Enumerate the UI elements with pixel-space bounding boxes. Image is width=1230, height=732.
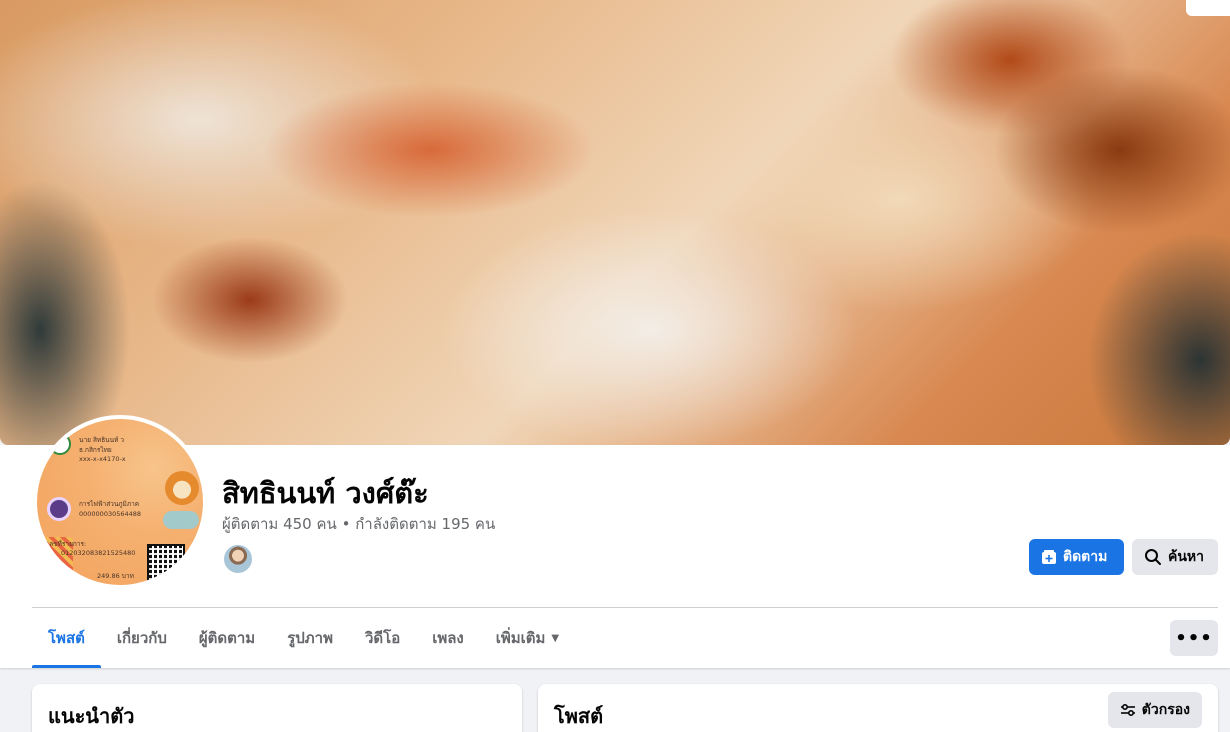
pea-logo-icon	[47, 497, 71, 521]
avatar-text-7: 012032083821525480	[61, 549, 136, 557]
posts-card: โพสต์ ตัวกรอง	[538, 684, 1218, 732]
tab-about[interactable]: เกี่ยวกับ	[101, 608, 183, 668]
posts-title: โพสต์	[554, 704, 604, 728]
avatar-image: นาย สิทธินนท์ ว ธ.กสิกรไทย xxx-x-x4170-x…	[37, 419, 203, 585]
tab-label: วิดีโอ	[364, 629, 401, 647]
search-button-label: ค้นหา	[1168, 549, 1205, 565]
profile-tabs: โพสต์ เกี่ยวกับ ผู้ติดตาม รูปภาพ วิดีโอ …	[32, 608, 575, 668]
tiger-illustration-icon	[165, 471, 199, 505]
stats-separator: •	[341, 515, 351, 533]
tab-music[interactable]: เพลง	[416, 608, 480, 668]
tab-label: เพิ่มเติม	[495, 629, 546, 647]
more-options-button[interactable]: •••	[1170, 620, 1218, 656]
intro-title: แนะนำตัว	[48, 704, 135, 728]
cover-edit-corner[interactable]	[1186, 0, 1230, 16]
avatar-text-1: นาย สิทธินนท์ ว	[79, 436, 125, 444]
tab-more[interactable]: เพิ่มเติม ▼	[480, 608, 575, 668]
filter-button[interactable]: ตัวกรอง	[1107, 692, 1202, 728]
avatar-text-3: xxx-x-x4170-x	[79, 455, 126, 463]
tab-posts[interactable]: โพสต์	[32, 608, 101, 668]
cloud-decoration-icon	[163, 511, 199, 529]
caret-down-icon: ▼	[551, 632, 560, 644]
following-count-link[interactable]: กำลังติดตาม 195 คน	[355, 515, 495, 533]
follow-button-label: ติดตาม	[1063, 549, 1108, 565]
tab-label: เกี่ยวกับ	[116, 629, 167, 647]
tab-videos[interactable]: วิดีโอ	[349, 608, 416, 668]
intro-card: แนะนำตัว	[32, 684, 522, 732]
cover-photo[interactable]	[0, 0, 1230, 445]
profile-page: นาย สิทธินนท์ ว ธ.กสิกรไทย xxx-x-x4170-x…	[0, 0, 1230, 732]
follow-button[interactable]: ติดตาม	[1029, 539, 1124, 575]
search-icon	[1145, 549, 1161, 565]
bank-logo-icon	[49, 433, 71, 455]
follower-avatar[interactable]	[222, 543, 254, 575]
filter-sliders-icon	[1120, 703, 1135, 717]
qr-code-icon	[147, 544, 185, 582]
tab-label: โพสต์	[48, 629, 85, 647]
search-button[interactable]: ค้นหา	[1132, 539, 1218, 575]
followers-count-link[interactable]: ผู้ติดตาม 450 คน	[222, 515, 337, 533]
tab-label: ผู้ติดตาม	[198, 629, 256, 647]
tab-label: เพลง	[432, 629, 464, 647]
more-dots-icon: •••	[1175, 627, 1213, 649]
avatar-text-8: 249.86 บาท	[97, 572, 134, 580]
tab-photos[interactable]: รูปภาพ	[271, 608, 349, 668]
profile-name: สิทธินนท์ วงศ์ต๊ะ	[222, 476, 429, 510]
tab-followers[interactable]: ผู้ติดตาม	[183, 608, 271, 668]
avatar-text-2: ธ.กสิกรไทย	[79, 446, 112, 454]
profile-avatar[interactable]: นาย สิทธินนท์ ว ธ.กสิกรไทย xxx-x-x4170-x…	[33, 415, 207, 589]
avatar-text-6: เลขที่รายการ:	[47, 540, 87, 548]
avatar-text-4: การไฟฟ้าส่วนภูมิภาค	[79, 500, 140, 508]
filter-button-label: ตัวกรอง	[1141, 702, 1190, 718]
tab-label: รูปภาพ	[287, 629, 333, 647]
follow-icon	[1042, 550, 1056, 564]
follow-stats: ผู้ติดตาม 450 คน • กำลังติดตาม 195 คน	[222, 512, 495, 536]
avatar-text-5: 000000030564488	[79, 510, 142, 518]
